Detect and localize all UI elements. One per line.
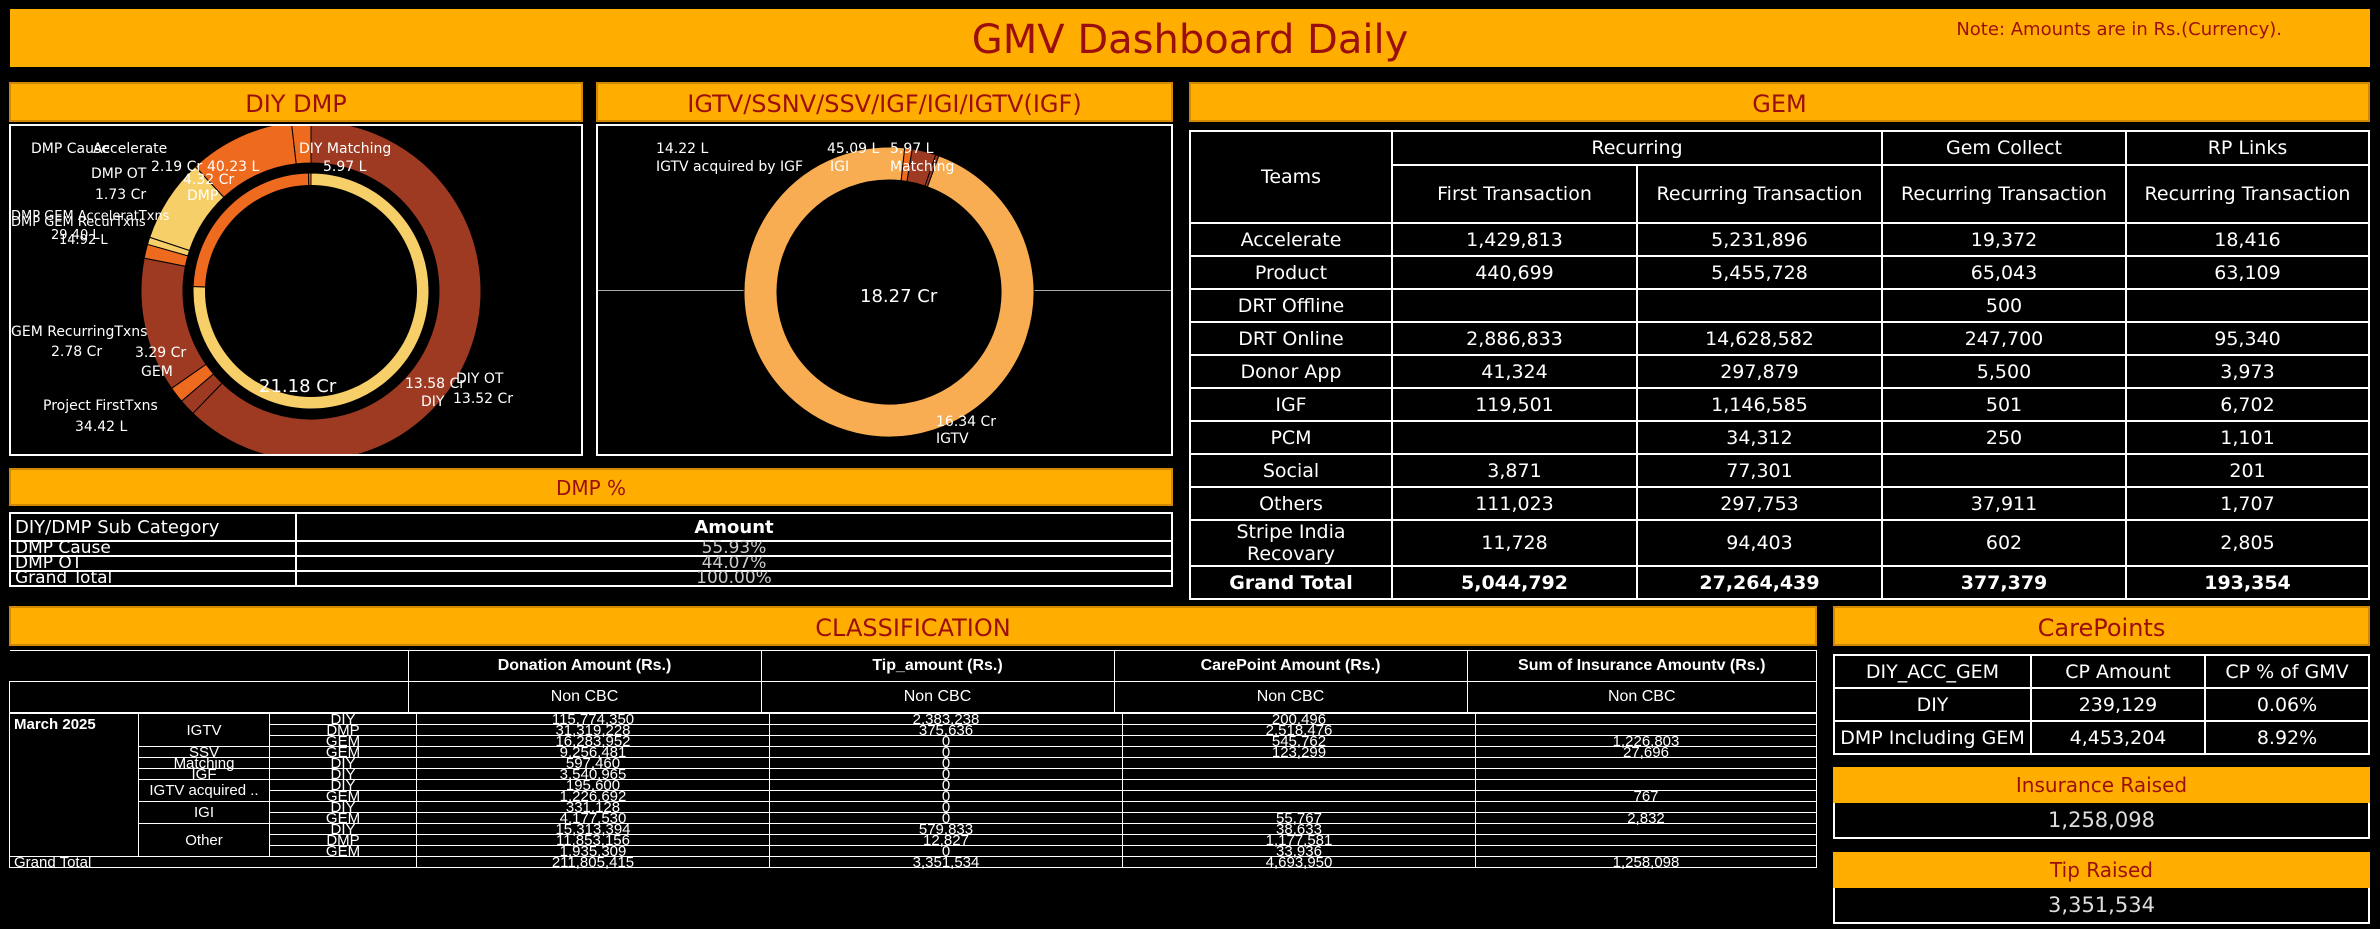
table-row: IGTV acquired .. DIY 195,600 0 bbox=[10, 778, 1817, 802]
tip-value: 3,351,534 bbox=[1833, 888, 2370, 924]
lbl-gem-rec: GEM RecurringTxns bbox=[11, 324, 147, 340]
lbl-4509: 45.09 L bbox=[827, 141, 880, 157]
gem-header: GEM bbox=[1189, 82, 2370, 122]
table-row: Stripe India Recovary 11,728 94,403 602 2,80… bbox=[1189, 519, 2370, 567]
igtv-panel: 18.27 Cr 14.22 L IGTV acquired by IGF 45… bbox=[596, 124, 1173, 456]
lbl-igtv-acq: IGTV acquired by IGF bbox=[656, 159, 803, 175]
lbl-igtv: IGTV bbox=[936, 431, 969, 447]
carepoints-table-wrap: DIY_ACC_GEM CP Amount CP % of GMV DIY 239… bbox=[1833, 654, 2370, 755]
grand-total-row: Grand Total 211,805,415 3,351,534 4,693,950… bbox=[9, 855, 1817, 870]
dmp-col-sub: DIY/DMP Sub Category bbox=[9, 512, 297, 542]
diy-dmp-panel: DMP Cause Accelerate 2.19 Cr 40.23 L 4.3… bbox=[9, 120, 583, 462]
diy-dmp-donut: DMP Cause Accelerate 2.19 Cr 40.23 L 4.3… bbox=[11, 120, 513, 462]
lbl-dmp: DMP bbox=[187, 188, 218, 204]
tip-title: Tip Raised bbox=[1833, 852, 2370, 888]
lbl-1422: 14.22 L bbox=[656, 141, 709, 157]
insurance-title: Insurance Raised bbox=[1833, 767, 2370, 803]
currency-note: Note: Amounts are in Rs.(Currency). bbox=[1956, 19, 2282, 40]
table-row: DMP Cause 55.93% bbox=[9, 540, 1173, 557]
lbl-dmp-ot: DMP OT bbox=[91, 166, 147, 182]
lbl-1352: 13.52 Cr bbox=[453, 391, 513, 407]
table-row: GEM 16,283,952 0 545,762 1,226,803 bbox=[10, 734, 1817, 749]
tip-kpi: Tip Raised 3,351,534 bbox=[1833, 852, 2370, 924]
lbl-igtv-597: 5.97 L bbox=[890, 141, 934, 157]
lbl-3442: 34.42 L bbox=[75, 419, 128, 435]
gem-grp-collect: Gem Collect bbox=[1881, 130, 2127, 166]
diy-dmp-header: DIY DMP bbox=[9, 82, 583, 122]
dmp-col-amount: Amount bbox=[295, 512, 1173, 542]
classification-table-wrap: Donation Amount (Rs.) Tip_amount (Rs.) C… bbox=[9, 650, 1817, 870]
lbl-diy-matching: DIY Matching bbox=[299, 141, 391, 157]
table-row: Other DIY 15,313,394 579,833 38,633 bbox=[10, 822, 1817, 857]
table-row: IGF 119,501 1,146,585 501 6,702 bbox=[1189, 387, 2370, 422]
igtv-header: IGTV/SSNV/SSV/IGF/IGI/IGTV(IGF) bbox=[596, 82, 1173, 122]
table-row: Product 440,699 5,455,728 65,043 63,109 bbox=[1189, 255, 2370, 290]
table-row: GEM 1,226,692 0 767 bbox=[10, 789, 1817, 804]
title-bar: GMV Dashboard Daily Note: Amounts are in… bbox=[10, 9, 2370, 67]
carepoints-table: DIY_ACC_GEM CP Amount CP % of GMV DIY 239… bbox=[1833, 654, 2370, 755]
table-row: DRT Online 2,886,833 14,628,582 247,700 95,3… bbox=[1189, 321, 2370, 356]
lbl-329: 3.29 Cr bbox=[135, 345, 186, 361]
lbl-gem: GEM bbox=[141, 364, 173, 380]
table-row: DMP 11,853,156 12,827 1,177,581 bbox=[10, 833, 1817, 848]
lbl-accelerate: Accelerate bbox=[93, 141, 167, 157]
lbl-diy: DIY bbox=[421, 394, 445, 410]
table-row: Matching DIY 597,460 0 bbox=[10, 756, 1817, 771]
carepoints-header: CarePoints bbox=[1833, 606, 2370, 646]
table-row: Grand Total 100.00% bbox=[9, 570, 1173, 587]
gem-table: Teams Recurring Gem Collect RP Links Fir… bbox=[1189, 130, 2370, 600]
lbl-278: 2.78 Cr bbox=[51, 344, 102, 360]
table-row: DRT Offline 500 bbox=[1189, 288, 2370, 323]
igtv-center: 18.27 Cr bbox=[860, 286, 938, 307]
lbl-project: Project FirstTxns bbox=[43, 398, 158, 414]
table-row: PCM 34,312 250 1,101 bbox=[1189, 420, 2370, 455]
lbl-1634: 16.34 Cr bbox=[936, 414, 996, 430]
lbl-432: 4.32 Cr bbox=[183, 172, 234, 188]
dmp-pct-header: DMP % bbox=[9, 468, 1173, 506]
table-row: DMP Including GEM 4,453,204 8.92% bbox=[1833, 720, 2370, 755]
table-row: Grand Total 5,044,792 27,264,439 377,379 193… bbox=[1189, 565, 2370, 600]
table-row: Accelerate 1,429,813 5,231,896 19,372 18,416 bbox=[1189, 222, 2370, 257]
table-row: SSV GEM 9,256,481 0 123,299 27,696 bbox=[10, 745, 1817, 760]
table-row: March 2025 IGTV DIY 115,774,350 2,383,238 200… bbox=[9, 712, 1817, 857]
classification-header: CLASSIFICATION bbox=[9, 606, 1817, 646]
lbl-igi: IGI bbox=[830, 159, 849, 175]
insurance-kpi: Insurance Raised 1,258,098 bbox=[1833, 767, 2370, 839]
gem-grp-rplinks: RP Links bbox=[2125, 130, 2370, 166]
table-row: GEM 4,177,530 0 55,767 2,832 bbox=[10, 811, 1817, 826]
table-row: IGI DIY 331,128 0 bbox=[10, 800, 1817, 824]
classification-table: Donation Amount (Rs.) Tip_amount (Rs.) C… bbox=[9, 650, 1817, 713]
table-row: DIY 239,129 0.06% bbox=[1833, 687, 2370, 722]
gem-grp-recurring: Recurring bbox=[1391, 130, 1883, 166]
lbl-597: 5.97 L bbox=[323, 159, 367, 175]
table-row: IGF DIY 3,540,965 0 bbox=[10, 767, 1817, 782]
lbl-2118: 21.18 Cr bbox=[259, 376, 337, 397]
lbl-diy-ot: DIY OT bbox=[456, 371, 504, 387]
table-row: Others 111,023 297,753 37,911 1,707 bbox=[1189, 486, 2370, 521]
gem-col-teams: Teams bbox=[1189, 130, 1393, 224]
insurance-value: 1,258,098 bbox=[1833, 803, 2370, 839]
dmp-pct-table-wrap: DIY/DMP Sub Category Amount DMP Cause 55.… bbox=[9, 512, 1173, 587]
gem-table-wrap: Teams Recurring Gem Collect RP Links Fir… bbox=[1189, 130, 2370, 600]
lbl-173: 1.73 Cr bbox=[95, 187, 146, 203]
lbl-matching: Matching bbox=[890, 159, 954, 175]
igtv-donut: 18.27 Cr 14.22 L IGTV acquired by IGF 45… bbox=[656, 141, 1035, 447]
table-row: Social 3,871 77,301 201 bbox=[1189, 453, 2370, 488]
classification-body: March 2025 IGTV DIY 115,774,350 2,383,238 200… bbox=[9, 712, 1817, 870]
table-row: Donor App 41,324 297,879 5,500 3,973 bbox=[1189, 354, 2370, 389]
table-row: DMP OT 44.07% bbox=[9, 555, 1173, 572]
dmp-pct-table: DIY/DMP Sub Category Amount DMP Cause 55.… bbox=[9, 512, 1173, 587]
lbl-1492: 14.92 L bbox=[59, 233, 108, 248]
